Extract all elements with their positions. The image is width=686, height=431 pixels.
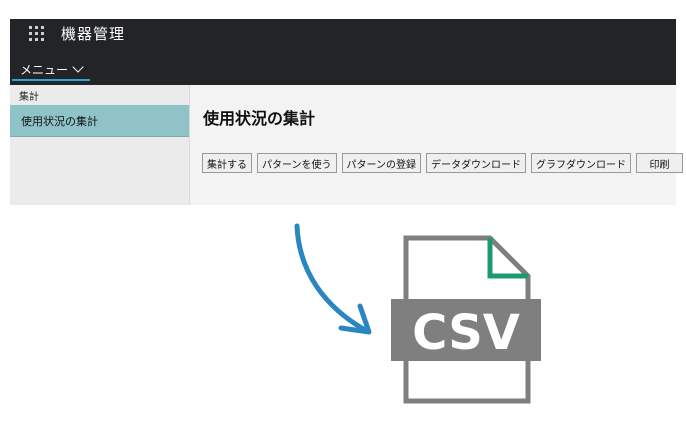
sidebar-group-label: 集計	[19, 92, 39, 103]
main-content: 使用状況の集計 集計する パターンを使う パターンの登録 データダウンロード グ…	[190, 85, 683, 205]
data-download-button[interactable]: データダウンロード	[426, 153, 526, 173]
waffle-icon[interactable]	[29, 26, 44, 41]
register-pattern-button[interactable]: パターンの登録	[341, 153, 421, 173]
use-pattern-button[interactable]: パターンを使う	[257, 153, 337, 173]
title-bar: 機器管理	[10, 19, 676, 48]
graph-download-button[interactable]: グラフダウンロード	[531, 153, 631, 173]
arrow-icon	[294, 223, 372, 335]
menu-bar: メニュー	[10, 48, 676, 85]
print-button[interactable]: 印刷	[636, 153, 683, 173]
csv-label: CSV	[412, 305, 520, 361]
sidebar-item-usage-summary[interactable]: 使用状況の集計	[10, 105, 189, 137]
menu-button[interactable]: メニュー	[12, 59, 91, 81]
sidebar: 集計 使用状況の集計	[10, 85, 190, 205]
app-title: 機器管理	[61, 25, 126, 43]
menu-label: メニュー	[20, 62, 69, 77]
page-title: 使用状況の集計	[203, 109, 316, 128]
aggregate-button[interactable]: 集計する	[202, 153, 252, 173]
csv-file-icon: CSV	[391, 235, 541, 404]
action-toolbar: 集計する パターンを使う パターンの登録 データダウンロード グラフダウンロード…	[202, 153, 683, 173]
chevron-down-icon	[72, 61, 84, 73]
app-window: 機器管理 メニュー 集計 使用状況の集計 使用状況の集計 集計する パターンを使…	[10, 19, 683, 205]
